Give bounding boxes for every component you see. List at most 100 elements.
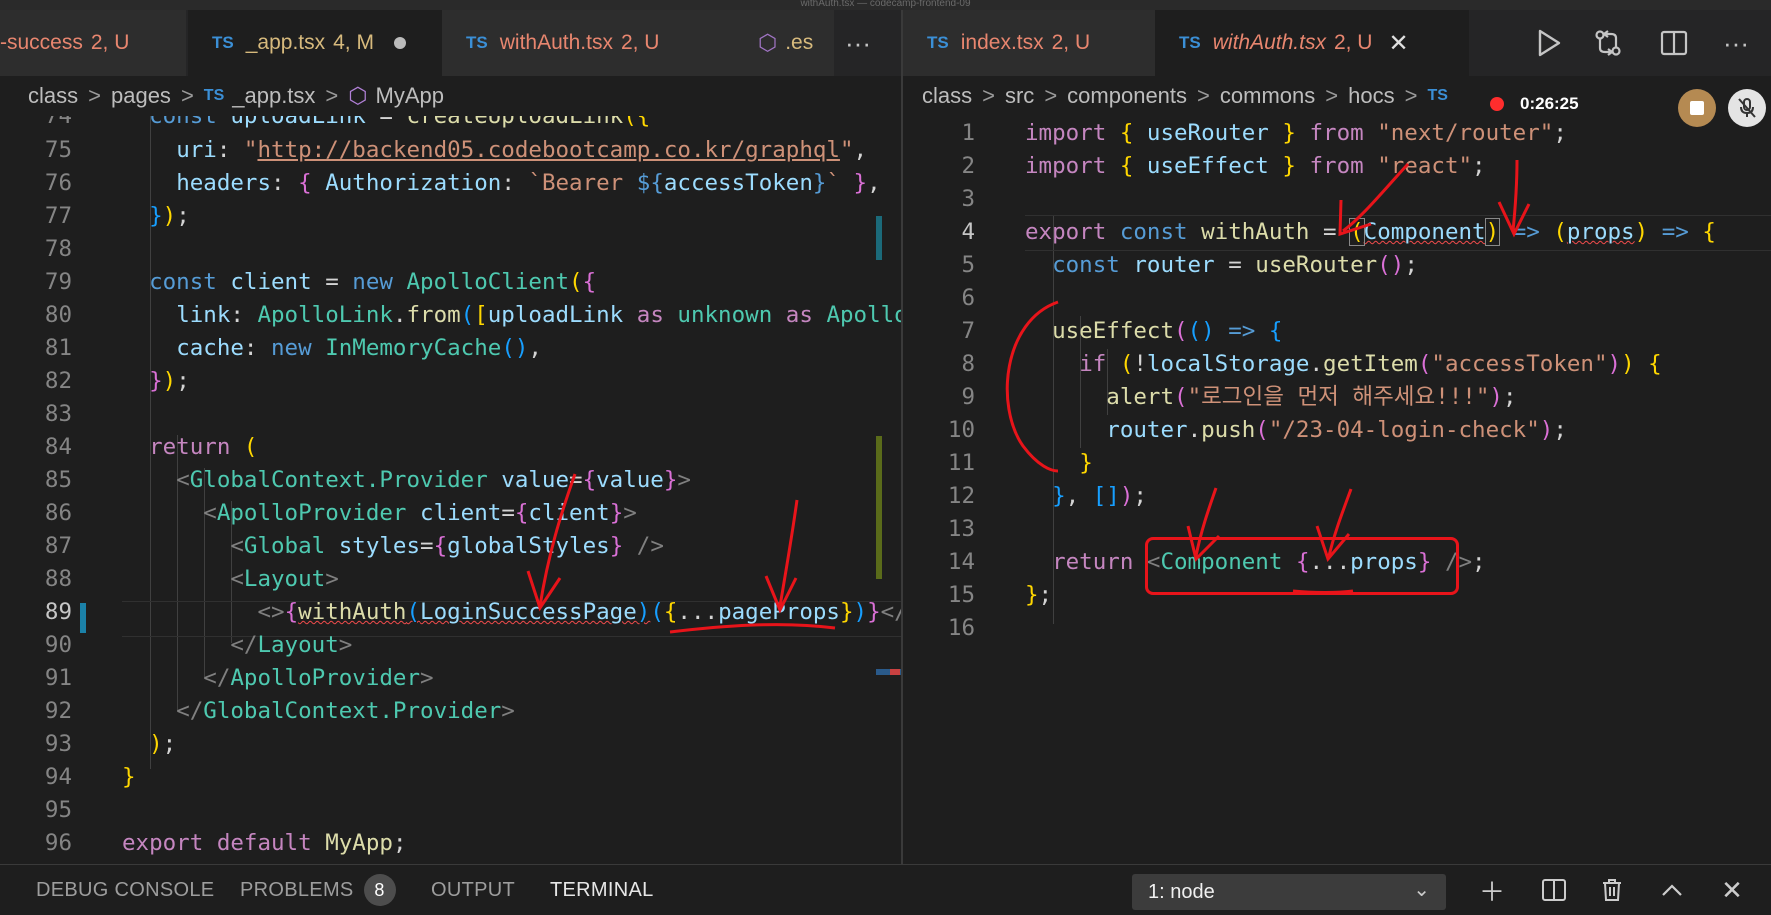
line-number: 6 — [961, 285, 975, 311]
left-tab-bar: -success 2, U TS _app.tsx 4, M TS withAu… — [0, 10, 901, 76]
more-icon[interactable]: ··· — [1711, 10, 1761, 76]
stop-icon — [1690, 101, 1704, 115]
tab-status: 2, U — [1051, 31, 1091, 54]
tab-status: 4, M — [333, 31, 374, 54]
line-number: 74 — [44, 116, 72, 129]
eslint-icon: ⬡ — [758, 30, 778, 55]
line-number: 86 — [44, 500, 72, 526]
line-number: 1 — [961, 120, 975, 146]
bottom-panel: DEBUG CONSOLE PROBLEMS 8 OUTPUT TERMINAL… — [0, 864, 1771, 915]
window-title: withAuth.tsx — codecamp-frontend-09 — [800, 0, 971, 9]
tab-label: _app.tsx — [245, 31, 326, 54]
tab-terminal[interactable]: TERMINAL — [550, 865, 654, 915]
typescript-icon: TS — [212, 33, 234, 52]
window-title-bar: withAuth.tsx — codecamp-frontend-09 — [0, 0, 1771, 10]
breadcrumb-item[interactable]: class — [28, 83, 78, 109]
breadcrumb: class > src > components > commons > hocs > T… — [922, 83, 1448, 109]
chevron-down-icon: ⌄ — [1413, 879, 1430, 901]
line-number: 12 — [947, 483, 975, 509]
line-number: 80 — [44, 302, 72, 328]
typescript-icon: TS — [1427, 87, 1448, 104]
line-number: 94 — [44, 764, 72, 790]
cube-icon: ⬡ — [348, 83, 368, 108]
line-number: 91 — [44, 665, 72, 691]
tab-status: 2, U — [1333, 31, 1373, 54]
tab-withauth-tsx[interactable]: TS withAuth.tsx 2, U — [442, 10, 766, 76]
tab-label: withAuth.tsx — [499, 31, 613, 54]
tab-label: index.tsx — [960, 31, 1044, 54]
line-number: 82 — [44, 368, 72, 394]
breadcrumb-item[interactable]: MyApp — [376, 83, 444, 109]
close-icon[interactable]: ✕ — [1388, 29, 1408, 58]
unsaved-dot-icon[interactable] — [393, 37, 406, 49]
line-number: 78 — [44, 236, 72, 262]
left-editor[interactable]: 74 const uploadLink = createUploadLink({… — [0, 116, 901, 864]
line-number: 92 — [44, 698, 72, 724]
tab-label: withAuth.tsx — [1212, 31, 1326, 54]
breadcrumb-item[interactable]: commons — [1220, 83, 1315, 109]
line-number: 87 — [44, 533, 72, 559]
line-number: 96 — [44, 830, 72, 856]
split-terminal-icon[interactable] — [1534, 865, 1574, 915]
breadcrumb-item[interactable]: _app.tsx — [232, 83, 315, 109]
trash-icon[interactable] — [1592, 865, 1632, 915]
line-number: 93 — [44, 731, 72, 757]
add-terminal-icon[interactable]: ＋ — [1472, 865, 1512, 915]
tab-label: PROBLEMS — [240, 878, 354, 901]
tab-success[interactable]: -success 2, U — [0, 10, 186, 76]
tab-status: 2, U — [90, 31, 130, 54]
more-icon[interactable]: ··· — [836, 10, 880, 76]
tab-eslint[interactable]: ⬡ .es — [744, 10, 834, 76]
line-number: 16 — [947, 615, 975, 641]
compare-icon[interactable] — [1583, 10, 1633, 76]
line-number: 11 — [947, 450, 975, 476]
typescript-icon: TS — [927, 33, 949, 52]
line-number: 3 — [961, 186, 975, 212]
line-number: 79 — [44, 269, 72, 295]
line-number: 7 — [961, 318, 975, 344]
tab-debug-console[interactable]: DEBUG CONSOLE — [36, 865, 214, 915]
run-icon[interactable] — [1524, 10, 1574, 76]
line-number: 4 — [961, 219, 975, 245]
chevron-up-icon[interactable] — [1652, 865, 1692, 915]
breadcrumb-item[interactable]: components — [1067, 83, 1187, 109]
line-number: 95 — [44, 797, 72, 823]
problems-count-badge: 8 — [363, 874, 396, 906]
line-number: 85 — [44, 467, 72, 493]
line-number: 13 — [947, 516, 975, 542]
tab-output[interactable]: OUTPUT — [431, 865, 515, 915]
line-number: 76 — [44, 170, 72, 196]
line-number: 8 — [961, 351, 975, 377]
typescript-icon: TS — [466, 33, 488, 52]
terminal-select[interactable]: 1: node ⌄ — [1132, 874, 1446, 910]
record-dot-icon — [1490, 97, 1504, 111]
right-tab-bar: TS index.tsx 2, U TS withAuth.tsx 2, U ✕… — [903, 10, 1771, 76]
tab-problems[interactable]: PROBLEMS 8 — [240, 865, 396, 915]
typescript-icon: TS — [1179, 33, 1201, 52]
breadcrumb-item[interactable]: pages — [111, 83, 171, 109]
tab-index-tsx[interactable]: TS index.tsx 2, U — [903, 10, 1177, 76]
right-editor[interactable]: 1 import { useRouter } from "next/router"… — [903, 116, 1771, 656]
line-number: 83 — [44, 401, 72, 427]
line-number: 84 — [44, 434, 72, 460]
line-number: 90 — [44, 632, 72, 658]
breadcrumb: class > pages > TS _app.tsx > ⬡ MyApp — [28, 83, 444, 109]
breadcrumb-item[interactable]: hocs — [1348, 83, 1394, 109]
line-number: 2 — [961, 153, 975, 179]
line-number: 15 — [947, 582, 975, 608]
breadcrumb-item[interactable]: src — [1005, 83, 1034, 109]
typescript-icon: TS — [203, 87, 225, 104]
line-number: 5 — [961, 252, 975, 278]
recording-time: 0:26:25 — [1520, 94, 1579, 113]
tab-app-tsx[interactable]: TS _app.tsx 4, M — [188, 10, 464, 76]
tab-withauth-tsx-active[interactable]: TS withAuth.tsx 2, U ✕ — [1155, 10, 1469, 76]
line-number: 14 — [947, 549, 975, 575]
tab-label: -success — [0, 31, 83, 54]
split-editor-icon[interactable] — [1649, 10, 1699, 76]
close-icon[interactable]: ✕ — [1712, 865, 1752, 915]
highlight-box — [1145, 537, 1459, 595]
tab-status: 2, U — [620, 31, 660, 54]
breadcrumb-item[interactable]: class — [922, 83, 972, 109]
tab-label: .es — [785, 31, 814, 54]
line-number: 9 — [961, 384, 975, 410]
